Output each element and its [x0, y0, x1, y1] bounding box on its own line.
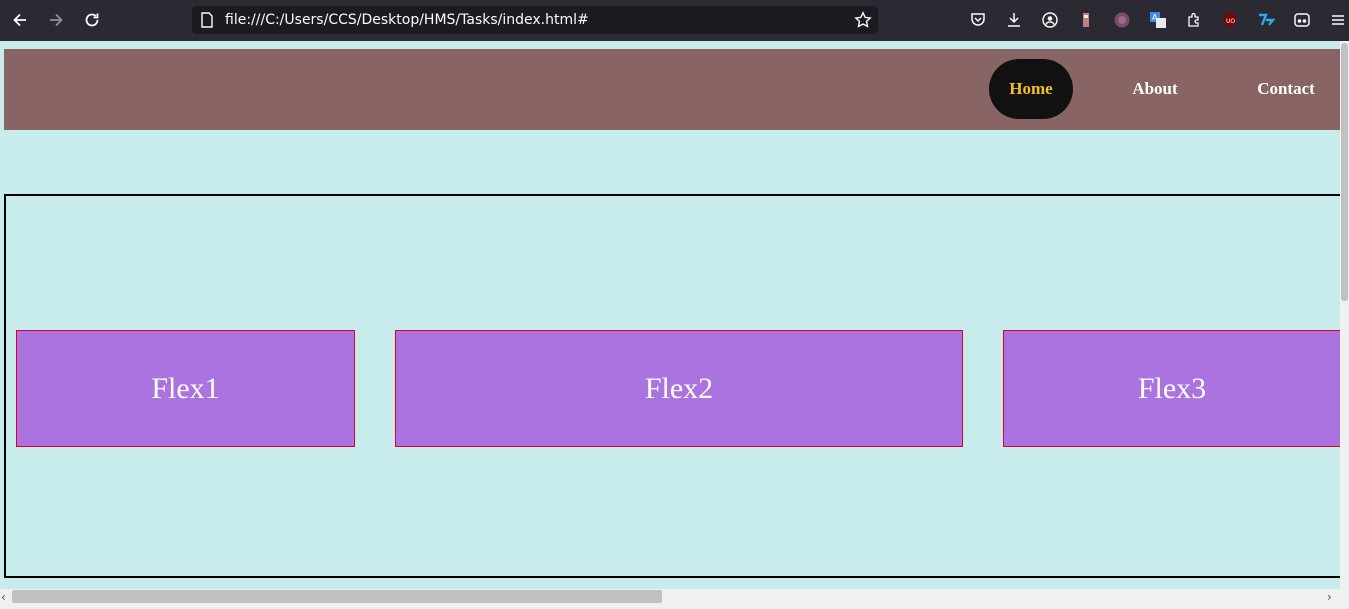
vertical-scrollbar[interactable] [1340, 41, 1349, 589]
back-arrow-icon [13, 13, 26, 27]
url-text[interactable]: file:///C:/Users/CCS/Desktop/HMS/Tasks/i… [225, 12, 589, 28]
nav-link-about[interactable]: About [1116, 59, 1194, 119]
menu-icon[interactable] [1329, 11, 1347, 29]
vertical-scroll-thumb[interactable] [1341, 43, 1348, 301]
page-content: Home About Contact Flex1 Flex2 Flex3 [0, 41, 1349, 589]
pocket-icon[interactable] [969, 11, 987, 29]
download-icon[interactable] [1005, 11, 1023, 29]
horizontal-scroll-thumb[interactable] [12, 590, 662, 603]
svg-text:UO: UO [1226, 18, 1235, 25]
reload-icon [85, 13, 99, 27]
extension-a-icon[interactable] [1077, 11, 1095, 29]
forward-arrow-icon [50, 13, 63, 27]
flex-item-3: Flex3 [1003, 330, 1340, 447]
scroll-left-icon[interactable]: ‹ [1, 590, 6, 604]
nav-link-contact[interactable]: Contact [1244, 59, 1328, 119]
account-icon[interactable] [1041, 11, 1059, 29]
ublock-icon[interactable]: UO [1221, 11, 1239, 29]
forward-button[interactable] [44, 8, 68, 32]
todoist-icon[interactable] [1257, 11, 1275, 29]
extensions-icon[interactable] [1185, 11, 1203, 29]
nav-link-home[interactable]: Home [989, 59, 1073, 119]
back-button[interactable] [8, 8, 32, 32]
scroll-right-icon[interactable]: › [1327, 590, 1332, 604]
translate-icon[interactable]: A [1149, 11, 1167, 29]
page-icon [200, 12, 214, 32]
horizontal-scrollbar[interactable]: ‹ › [0, 589, 1349, 609]
flex-item-1: Flex1 [16, 330, 355, 447]
browser-toolbar: file:///C:/Users/CCS/Desktop/HMS/Tasks/i… [0, 0, 1349, 41]
svg-text:A: A [1152, 13, 1158, 22]
reload-button[interactable] [80, 8, 104, 32]
reader-icon[interactable] [1293, 11, 1311, 29]
address-bar[interactable]: file:///C:/Users/CCS/Desktop/HMS/Tasks/i… [192, 6, 878, 34]
extension-b-icon[interactable] [1113, 11, 1131, 29]
bookmark-star-icon[interactable] [854, 11, 872, 33]
flex-item-2: Flex2 [395, 330, 963, 447]
navbar: Home About Contact [4, 49, 1349, 130]
